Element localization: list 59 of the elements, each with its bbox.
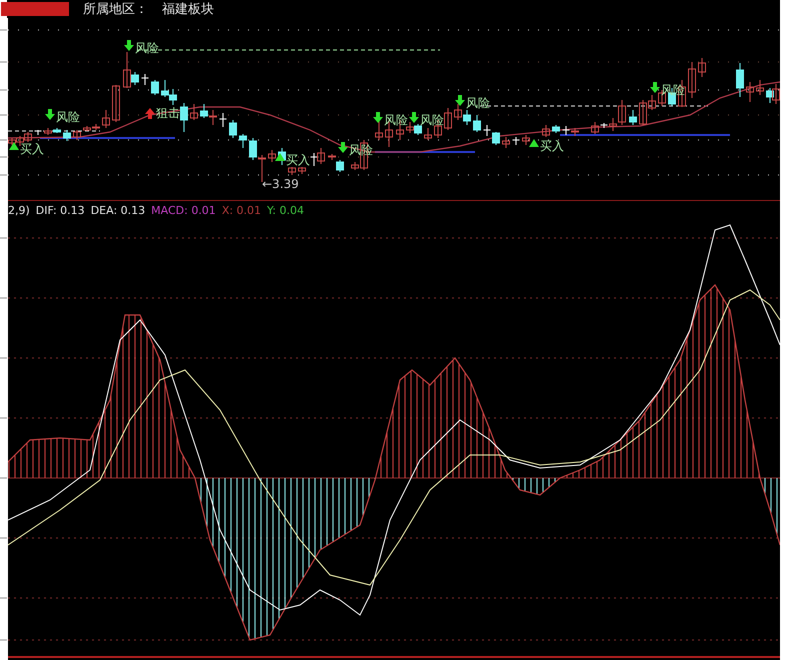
arrow-down-icon (338, 142, 348, 153)
sector-name: 福建板块 (162, 1, 214, 18)
candlestick (512, 136, 520, 146)
signal-label: 买入 (286, 153, 310, 167)
signal-label: 买入 (20, 142, 44, 156)
candlestick (112, 84, 120, 122)
candlestick (180, 102, 188, 132)
region-label: 所属地区： (83, 1, 148, 18)
candlestick (698, 58, 706, 78)
candlestick (688, 62, 696, 98)
candlestick (151, 80, 159, 96)
candlestick (552, 124, 560, 134)
candlestick (444, 108, 452, 130)
arrow-down-icon (373, 112, 383, 123)
candlestick (239, 134, 247, 148)
candlestick (522, 134, 530, 146)
indicator-value: MACD: 0.01 (151, 204, 216, 218)
candlestick (375, 120, 383, 140)
signal-label: 风险 (466, 96, 490, 110)
garbled-title-mark (1, 2, 69, 16)
triangle-icon (9, 142, 19, 150)
candlestick (502, 136, 510, 148)
candlestick (219, 112, 227, 128)
signal-label: 风险 (384, 113, 408, 127)
candlestick (190, 104, 198, 120)
candlestick (268, 150, 276, 162)
candlestick (34, 130, 42, 136)
indicator-value: DEA: 0.13 (90, 204, 146, 218)
signal-label: 风险 (420, 113, 444, 127)
candlestick (736, 62, 744, 98)
candlestick (229, 120, 237, 138)
arrow-down-icon (650, 82, 660, 93)
candlestick (73, 130, 81, 140)
candlestick (141, 74, 149, 86)
arrow-down-icon (45, 109, 55, 120)
arrow-down-icon (409, 112, 419, 123)
candlestick (424, 128, 432, 140)
arrow-down-icon (455, 95, 465, 106)
candlestick (756, 80, 764, 96)
signal-label: 风险 (135, 41, 159, 55)
triangle-icon (529, 139, 539, 147)
candlestick (542, 124, 550, 138)
candlestick (102, 110, 110, 128)
indicator-value: Y: 0.04 (267, 204, 304, 218)
triangle-icon (275, 153, 285, 161)
signal-label: 买入 (540, 139, 564, 153)
candlestick (63, 130, 71, 142)
candlestick (629, 110, 637, 126)
candlestick (746, 82, 754, 102)
candlestick (288, 166, 296, 176)
indicator-value: DIF: 0.13 (36, 204, 85, 218)
arrow-up-icon (145, 108, 155, 119)
low-price-label: ←3.39 (262, 177, 299, 191)
candlestick (473, 114, 481, 132)
signal-label: 风险 (56, 110, 80, 124)
candlestick (298, 166, 306, 174)
indicator-value: X: 0.01 (222, 204, 262, 218)
indicator-value: 2,9) (8, 204, 30, 218)
arrow-down-icon (124, 40, 134, 51)
